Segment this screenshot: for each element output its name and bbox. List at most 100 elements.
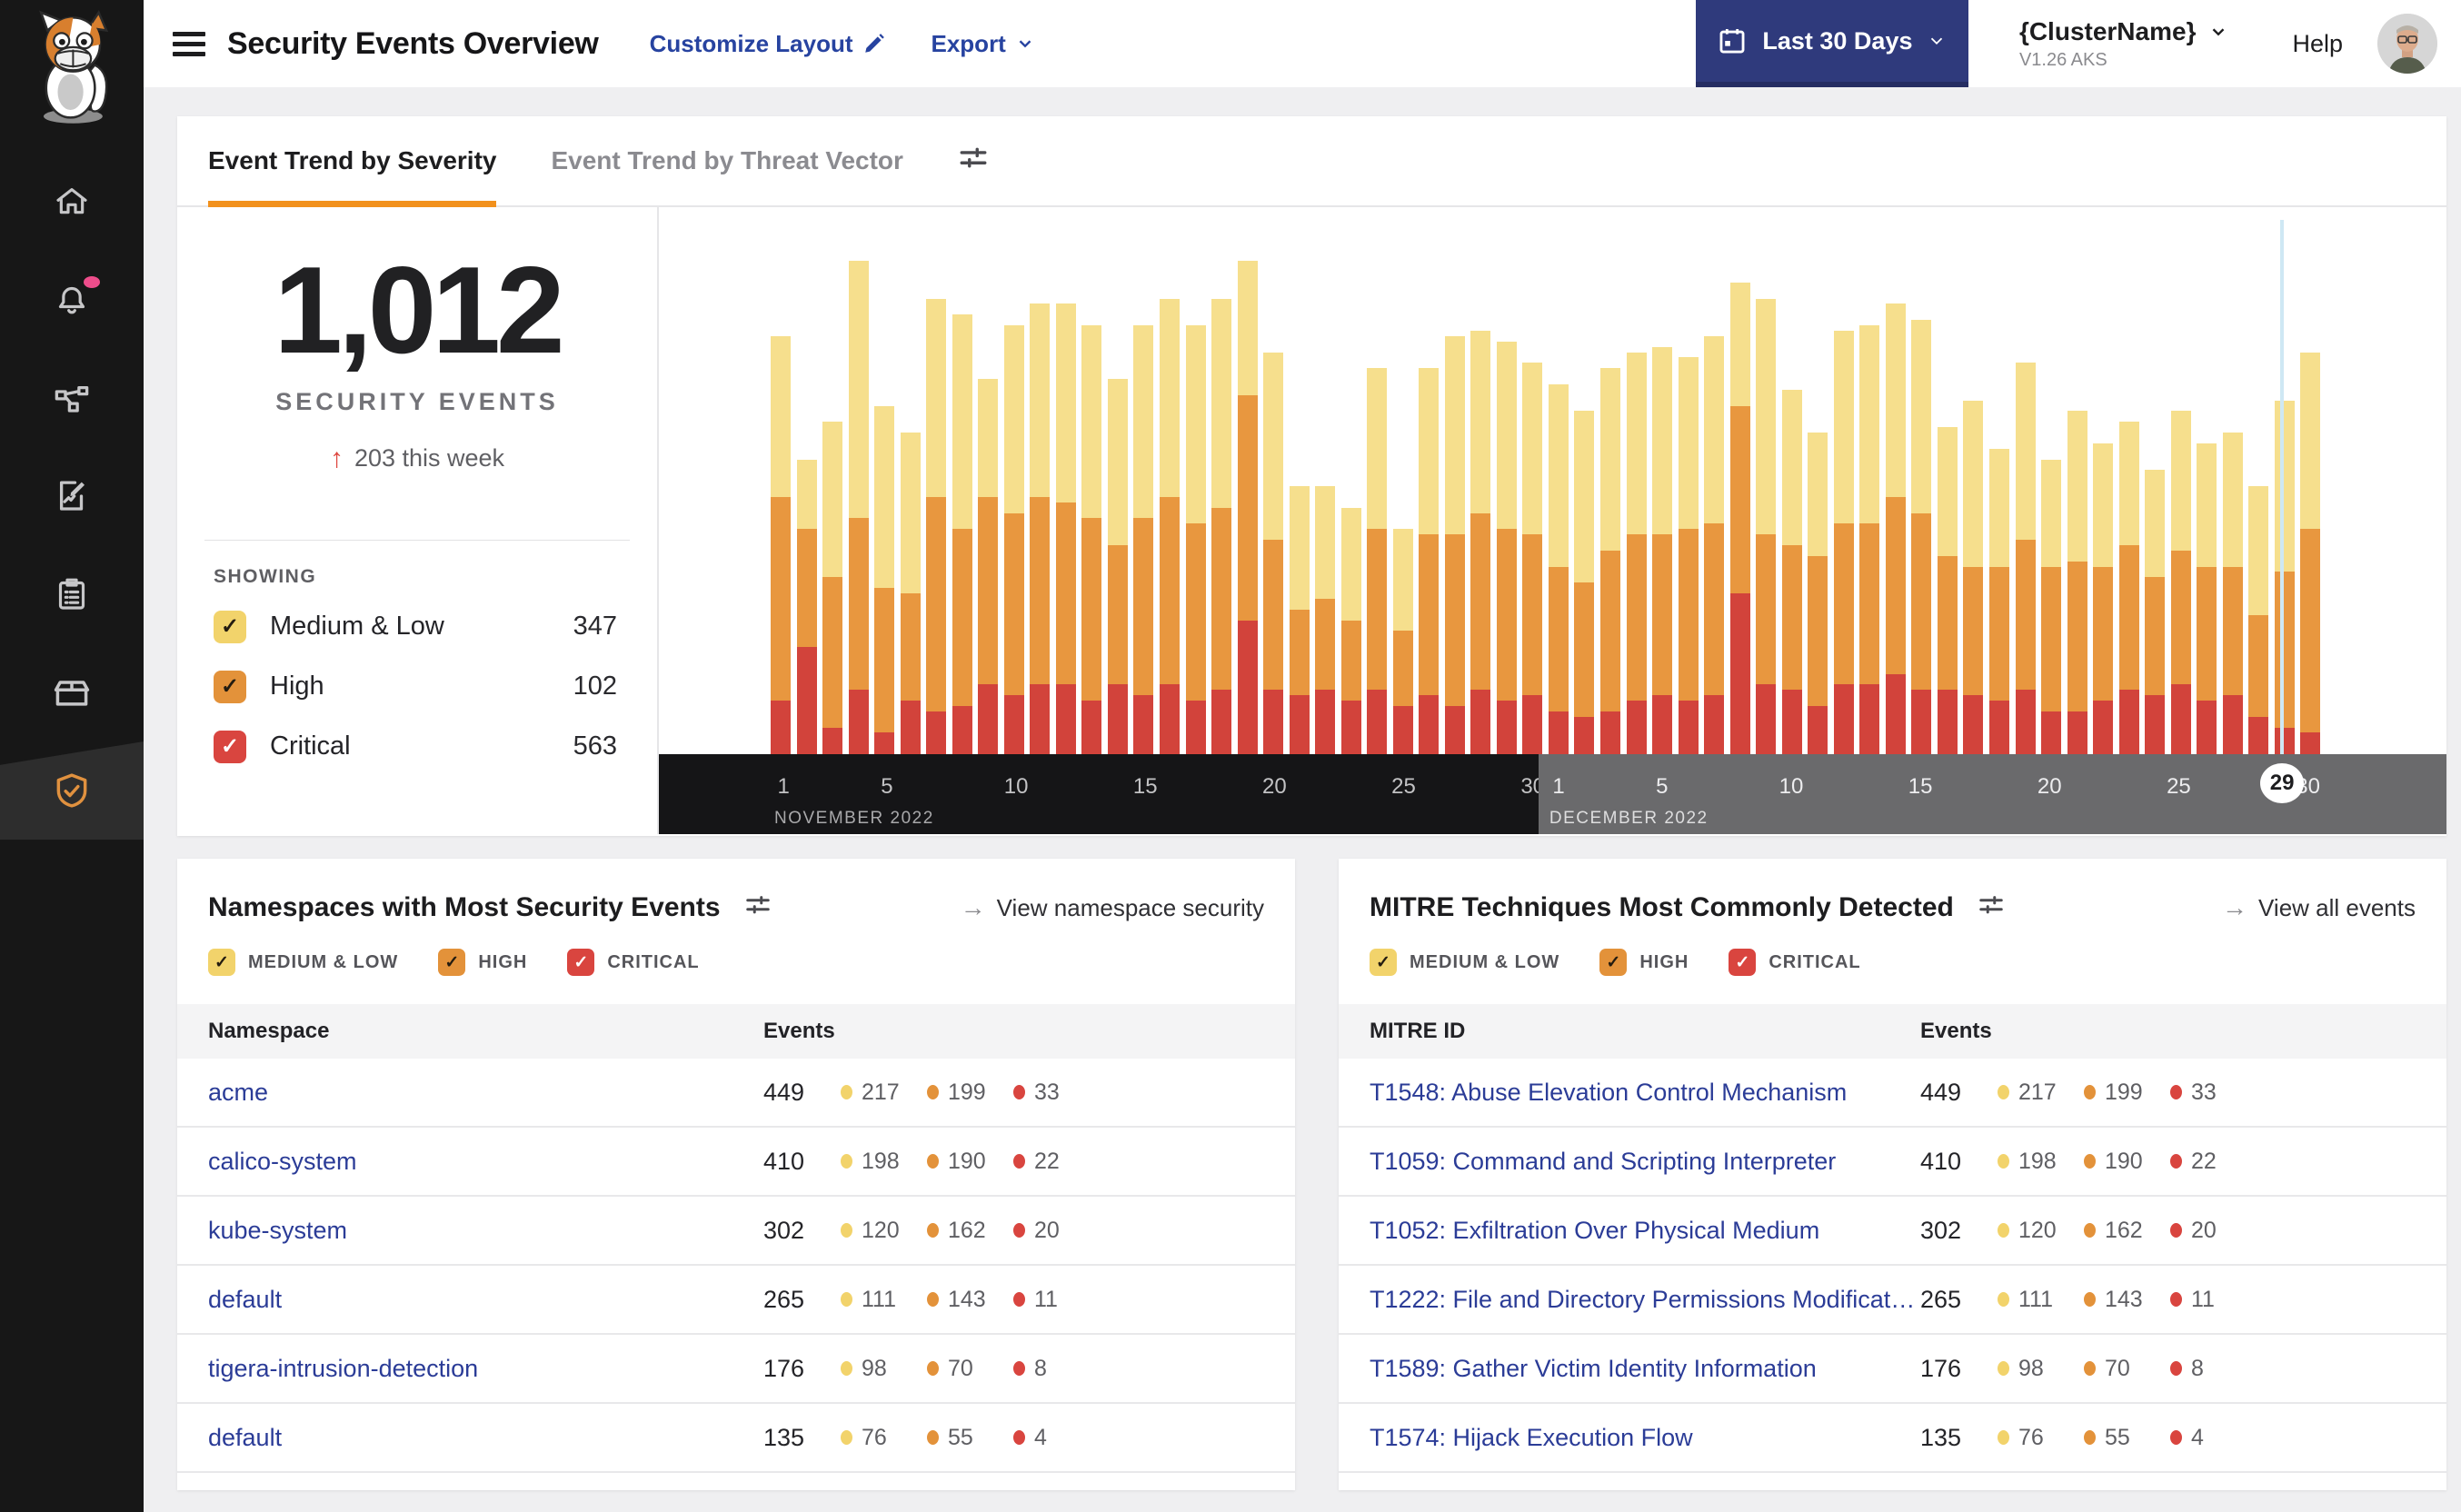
stacked-bar-day-dec-19[interactable] [2015, 363, 2036, 754]
stacked-bar-day-nov-30[interactable] [1522, 363, 1543, 754]
filter-chip-medium_low[interactable]: ✓ MEDIUM & LOW [208, 949, 398, 976]
checkbox-high[interactable]: ✓ [438, 949, 466, 976]
sidebar-item-service-graph[interactable] [0, 349, 144, 447]
stacked-bar-day-dec-28[interactable] [2248, 486, 2269, 754]
stacked-bar-day-dec-1[interactable] [1548, 383, 1569, 754]
chart-settings-button[interactable] [958, 144, 989, 179]
help-link[interactable]: Help [2292, 30, 2343, 58]
checkbox-medium_low[interactable]: ✓ [214, 610, 246, 643]
stacked-bar-day-dec-21[interactable] [2067, 411, 2087, 754]
stacked-bar-day-dec-20[interactable] [2041, 459, 2062, 754]
mitre-settings-button[interactable] [1978, 892, 2005, 924]
row-link[interactable]: T1589: Gather Victim Identity Informatio… [1339, 1355, 1920, 1383]
stacked-bar-day-nov-20[interactable] [1263, 352, 1284, 754]
stacked-bar-day-dec-23[interactable] [2118, 422, 2139, 754]
stacked-bar-day-nov-29[interactable] [1496, 341, 1517, 754]
calico-cat-logo[interactable] [22, 7, 122, 130]
stacked-bar-day-nov-21[interactable] [1289, 486, 1310, 754]
stacked-bar-day-nov-16[interactable] [1159, 298, 1180, 754]
stacked-bar-day-nov-22[interactable] [1315, 486, 1336, 754]
date-range-button[interactable]: Last 30 Days [1695, 0, 1968, 87]
stacked-bar-day-nov-13[interactable] [1081, 325, 1102, 754]
stacked-bar-day-dec-2[interactable] [1574, 411, 1595, 754]
stacked-bar-day-dec-5[interactable] [1652, 346, 1673, 754]
stacked-bar-day-dec-26[interactable] [2197, 443, 2217, 754]
sidebar-item-threat-defense[interactable] [0, 741, 144, 840]
stacked-bar-day-dec-4[interactable] [1626, 352, 1647, 754]
stacked-bar-day-dec-14[interactable] [1885, 303, 1906, 754]
stacked-bar-day-dec-17[interactable] [1963, 400, 1984, 754]
stacked-bar-day-nov-15[interactable] [1133, 325, 1154, 754]
stacked-bar-day-nov-14[interactable] [1107, 379, 1128, 754]
stacked-bar-day-dec-18[interactable] [1988, 448, 2009, 754]
stacked-bar-day-nov-7[interactable] [926, 298, 947, 754]
stacked-bar-day-dec-10[interactable] [1781, 389, 1802, 754]
stacked-bar-day-dec-24[interactable] [2145, 470, 2166, 754]
row-link[interactable]: calico-system [177, 1148, 763, 1176]
row-link[interactable]: T1059: Command and Scripting Interpreter [1339, 1148, 1920, 1176]
view-all-events-link[interactable]: → View all events [2222, 893, 2416, 922]
row-link[interactable]: T1222: File and Directory Permissions Mo… [1339, 1286, 1920, 1314]
stacked-bar-day-dec-8[interactable] [1729, 282, 1750, 754]
stacked-bar-day-dec-12[interactable] [1833, 330, 1854, 754]
stacked-bar-day-dec-11[interactable] [1808, 433, 1828, 754]
stacked-bar-day-nov-28[interactable] [1470, 330, 1491, 754]
sidebar-item-compliance[interactable] [0, 545, 144, 643]
filter-chip-critical[interactable]: ✓ CRITICAL [567, 949, 699, 976]
column-header-events[interactable]: Events [1920, 1019, 1992, 1044]
row-link[interactable]: T1548: Abuse Elevation Control Mechanism [1339, 1079, 1920, 1107]
row-link[interactable]: T1574: Hijack Execution Flow [1339, 1424, 1920, 1452]
stacked-bar-day-nov-11[interactable] [1030, 303, 1051, 754]
sidebar-item-home[interactable] [0, 153, 144, 251]
stacked-bar-day-dec-30[interactable] [2300, 352, 2321, 754]
checkbox-critical[interactable]: ✓ [1729, 949, 1757, 976]
filter-chip-high[interactable]: ✓ HIGH [438, 949, 527, 976]
stacked-bar-day-nov-24[interactable] [1367, 368, 1388, 754]
filter-chip-high[interactable]: ✓ HIGH [1599, 949, 1689, 976]
stacked-bar-day-nov-8[interactable] [952, 314, 972, 754]
stacked-bar-day-nov-1[interactable] [771, 335, 791, 754]
stacked-bar-day-nov-5[interactable] [874, 405, 895, 754]
checkbox-medium_low[interactable]: ✓ [208, 949, 235, 976]
row-link[interactable]: default [177, 1424, 763, 1452]
stacked-bar-day-nov-2[interactable] [796, 459, 817, 754]
filter-chip-medium_low[interactable]: ✓ MEDIUM & LOW [1370, 949, 1559, 976]
export-button[interactable]: Export [932, 30, 1035, 58]
stacked-bar-day-nov-27[interactable] [1444, 335, 1465, 754]
stacked-bar-day-nov-9[interactable] [978, 379, 999, 754]
sidebar-item-image-assurance[interactable] [0, 643, 144, 741]
row-link[interactable]: tigera-intrusion-detection [177, 1355, 763, 1383]
stacked-bar-day-nov-26[interactable] [1419, 368, 1440, 754]
stacked-bar-day-dec-3[interactable] [1600, 368, 1620, 754]
stacked-bar-day-nov-18[interactable] [1211, 298, 1232, 754]
stacked-bar-day-dec-27[interactable] [2222, 433, 2243, 754]
stacked-bar-day-nov-23[interactable] [1340, 507, 1361, 754]
user-avatar[interactable] [2377, 14, 2437, 74]
checkbox-medium_low[interactable]: ✓ [1370, 949, 1397, 976]
stacked-bar-day-nov-10[interactable] [1003, 325, 1024, 754]
checkbox-high[interactable]: ✓ [214, 670, 246, 703]
checkbox-critical[interactable]: ✓ [567, 949, 595, 976]
sidebar-item-alerts[interactable] [0, 251, 144, 349]
tab-event-trend-by-severity[interactable]: Event Trend by Severity [208, 116, 497, 207]
stacked-bar-day-dec-15[interactable] [1911, 320, 1932, 754]
stacked-bar-day-nov-12[interactable] [1055, 303, 1076, 754]
column-header-namespace[interactable]: Namespace [177, 1019, 763, 1044]
stacked-bar-day-nov-3[interactable] [822, 422, 843, 754]
stacked-bar-day-dec-25[interactable] [2170, 411, 2191, 754]
namespaces-settings-button[interactable] [744, 892, 772, 924]
row-link[interactable]: default [177, 1286, 763, 1314]
column-header-mitre-id[interactable]: MITRE ID [1339, 1019, 1920, 1044]
tab-event-trend-by-threat-vector[interactable]: Event Trend by Threat Vector [551, 116, 902, 205]
stacked-bar-day-dec-29[interactable] [2274, 400, 2295, 754]
column-header-events[interactable]: Events [763, 1019, 835, 1044]
stacked-bar-day-dec-6[interactable] [1678, 357, 1699, 754]
stacked-bar-day-nov-6[interactable] [900, 433, 921, 754]
customize-layout-link[interactable]: Customize Layout [650, 30, 886, 58]
checkbox-critical[interactable]: ✓ [214, 730, 246, 763]
stacked-bar-day-dec-16[interactable] [1937, 427, 1958, 754]
cluster-selector[interactable]: {ClusterName} V1.26 AKS [2019, 17, 2229, 71]
stacked-bar-day-dec-13[interactable] [1859, 325, 1880, 754]
stacked-bar-day-dec-22[interactable] [2093, 443, 2114, 754]
hamburger-menu-icon[interactable] [173, 26, 205, 62]
